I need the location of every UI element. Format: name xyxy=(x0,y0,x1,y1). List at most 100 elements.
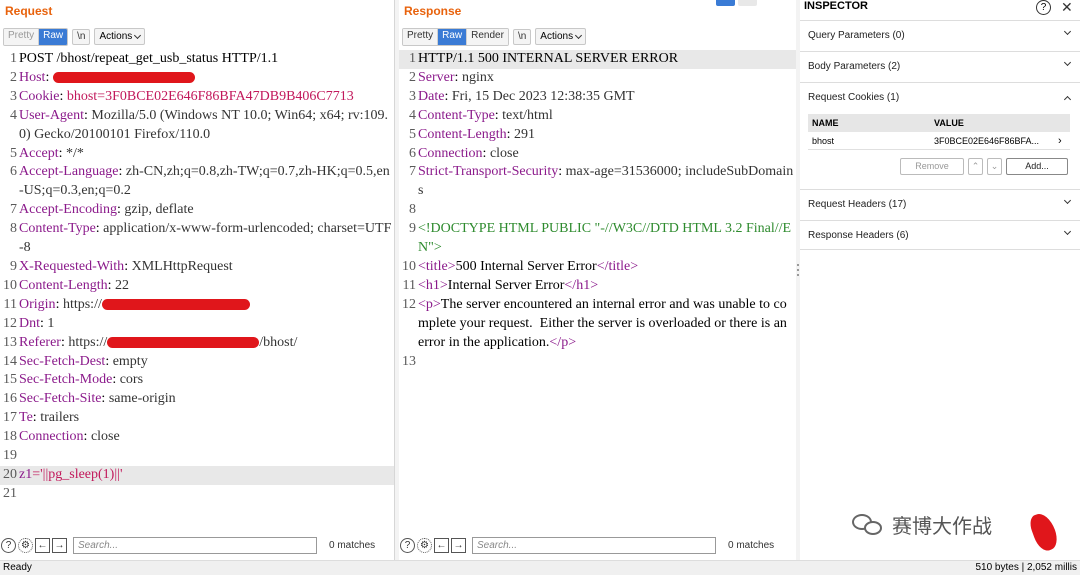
line-number: 3 xyxy=(409,88,416,104)
raw-button[interactable]: Raw xyxy=(438,28,468,45)
header-name: Origin xyxy=(19,296,56,312)
section-request-headers[interactable]: Request Headers (17) xyxy=(800,189,1080,219)
line-number: 14 xyxy=(3,353,17,369)
chevron-down-icon xyxy=(134,31,142,39)
line-number: 2 xyxy=(409,69,416,85)
response-line: 2 Server: nginx xyxy=(399,69,796,88)
arrow-left-icon[interactable]: ← xyxy=(434,537,449,553)
arrow-right-icon[interactable]: → xyxy=(52,537,67,553)
response-line: 9 <!DOCTYPE HTML PUBLIC "-//W3C//DTD HTML… xyxy=(399,220,796,258)
header-separator: : xyxy=(101,391,109,407)
gear-icon[interactable]: ⚙ xyxy=(18,537,33,553)
remove-button[interactable]: Remove xyxy=(900,158,964,175)
raw-button[interactable]: Raw xyxy=(39,28,68,45)
help-icon[interactable]: ? xyxy=(1036,0,1051,15)
header-value: 291 xyxy=(514,126,536,142)
pretty-button[interactable]: Pretty xyxy=(4,28,40,45)
status-text: Ready xyxy=(3,562,32,573)
search-input[interactable]: Search... xyxy=(73,536,317,554)
body-param-name: z1 xyxy=(19,466,33,482)
chevron-right-icon[interactable]: › xyxy=(1058,132,1070,149)
header-name: Date xyxy=(418,88,445,104)
cookie-table-actions: Remove ⌃ ⌄ Add... xyxy=(900,158,1068,175)
line-number: 11 xyxy=(402,277,416,293)
response-line: 1 HTTP/1.1 500 INTERNAL SERVER ERROR xyxy=(399,50,796,69)
chevron-up-icon xyxy=(1063,95,1072,104)
match-count: 0 matches xyxy=(329,539,376,551)
gear-icon[interactable]: ⚙ xyxy=(417,537,432,553)
response-line: 5 Content-Length: 291 xyxy=(399,126,796,145)
response-pane: Response Pretty Raw Render \n Actions 1H… xyxy=(399,0,796,560)
header-separator: : xyxy=(107,277,116,293)
arrow-right-icon[interactable]: → xyxy=(451,537,466,553)
line-number: 4 xyxy=(10,107,17,123)
wechat-icon xyxy=(852,512,886,538)
header-value-suffix: /bhost/ xyxy=(259,334,298,350)
line-number: 1 xyxy=(409,51,416,66)
line-number: 1 xyxy=(10,51,17,66)
line-number: 10 xyxy=(402,258,416,274)
request-toolbar: Pretty Raw \n Actions xyxy=(3,27,146,46)
header-name: Te xyxy=(19,410,33,426)
header-separator: : xyxy=(112,372,120,388)
header-name: Content-Type xyxy=(19,221,96,237)
header-separator: : xyxy=(454,69,462,85)
actions-label: Actions xyxy=(99,31,133,42)
header-separator: : xyxy=(58,145,67,161)
header-separator: : xyxy=(59,88,67,104)
request-line: 16 Sec-Fetch-Site: same-origin xyxy=(0,390,394,409)
request-line: 14 Sec-Fetch-Dest: empty xyxy=(0,353,394,372)
actions-dropdown[interactable]: Actions xyxy=(535,28,587,45)
header-value: close xyxy=(90,429,120,445)
response-editor[interactable]: 1 HTTP/1.1 500 INTERNAL SERVER ERROR 2 Ser… xyxy=(399,50,796,528)
request-editor[interactable]: 1 POST /bhost/repeat_get_usb_status HTTP/… xyxy=(0,50,394,528)
header-value: */* xyxy=(66,145,84,161)
section-label: Query Parameters (0) xyxy=(808,30,905,41)
move-down-button[interactable]: ⌄ xyxy=(987,158,1002,175)
help-icon[interactable]: ? xyxy=(400,537,415,553)
line-number: 6 xyxy=(10,164,17,180)
newline-toggle-button[interactable]: \n xyxy=(72,28,91,45)
add-button[interactable]: Add... xyxy=(1006,158,1068,175)
section-request-cookies[interactable]: Request Cookies (1) xyxy=(800,82,1080,112)
section-response-headers[interactable]: Response Headers (6) xyxy=(800,220,1080,250)
layout-toggle[interactable] xyxy=(716,0,757,6)
split-vertical-icon[interactable] xyxy=(716,0,735,6)
table-row[interactable]: bhost 3F0BCE02E646F86BFA... › xyxy=(808,132,1070,150)
header-value: same-origin xyxy=(108,391,176,407)
line-number: 6 xyxy=(409,145,416,161)
response-line: 8 xyxy=(399,201,796,220)
actions-dropdown[interactable]: Actions xyxy=(94,28,146,45)
section-query-parameters[interactable]: Query Parameters (0) xyxy=(800,20,1080,50)
header-name: Strict-Transport-Security xyxy=(418,164,559,180)
response-line-text xyxy=(418,201,796,220)
header-value: Fri, 15 Dec 2023 12:38:35 GMT xyxy=(451,88,635,104)
newline-toggle-button[interactable]: \n xyxy=(512,28,532,45)
header-value: 1 xyxy=(47,315,55,331)
arrow-left-icon[interactable]: ← xyxy=(35,537,50,553)
wechat-watermark: 赛博大作战 xyxy=(852,510,992,539)
response-line-text xyxy=(418,353,796,372)
status-line: HTTP/1.1 500 INTERNAL SERVER ERROR xyxy=(418,51,679,66)
line-number: 16 xyxy=(3,391,17,407)
chevron-down-icon xyxy=(1063,227,1072,236)
section-body-parameters[interactable]: Body Parameters (2) xyxy=(800,51,1080,81)
request-line: 10 Content-Length: 22 xyxy=(0,277,394,296)
inspector-title: INSPECTOR xyxy=(804,0,868,12)
response-view-toggle: Pretty Raw Render xyxy=(402,27,509,46)
close-icon[interactable]: ✕ xyxy=(1061,0,1073,16)
line-number: 5 xyxy=(10,145,17,161)
redaction-mark xyxy=(52,72,195,84)
help-icon[interactable]: ? xyxy=(1,537,16,553)
header-name: Sec-Fetch-Mode xyxy=(19,372,113,388)
split-horizontal-icon[interactable] xyxy=(738,0,757,6)
search-input[interactable]: Search... xyxy=(472,536,716,554)
header-value: cors xyxy=(119,372,144,388)
header-value: trailers xyxy=(40,410,80,426)
section-label: Request Headers (17) xyxy=(808,199,907,210)
splitter-grip-dot xyxy=(797,269,799,271)
render-button[interactable]: Render xyxy=(467,28,508,45)
pretty-button[interactable]: Pretty xyxy=(403,28,439,45)
move-up-button[interactable]: ⌃ xyxy=(968,158,983,175)
request-line: 11 Origin: https:// xyxy=(0,296,394,315)
